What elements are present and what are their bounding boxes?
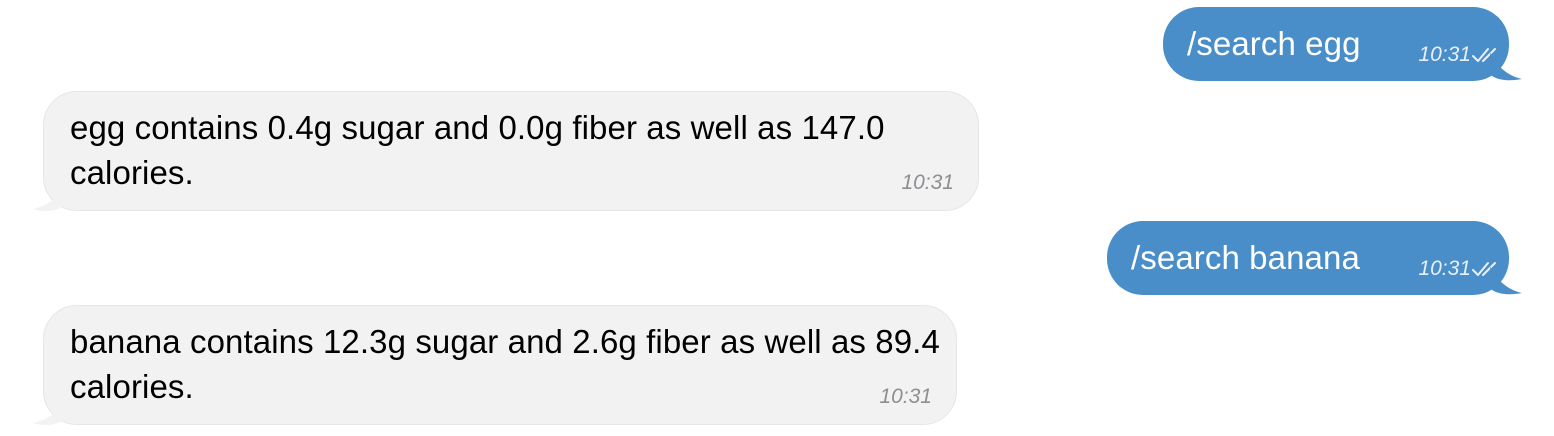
message-time: 10:31 xyxy=(901,171,954,194)
bubble-tail xyxy=(33,398,65,425)
outgoing-message-bubble[interactable]: /search banana 10:31 xyxy=(1107,221,1509,295)
outgoing-message-bubble[interactable]: /search egg 10:31 xyxy=(1163,7,1509,81)
message-time: 10:31 xyxy=(1418,257,1471,280)
bubble-tail xyxy=(33,184,65,211)
message-text: egg contains 0.4g sugar and 0.0g fiber a… xyxy=(70,109,885,191)
bubble-tail xyxy=(1490,266,1522,295)
message-time: 10:31 xyxy=(1418,43,1471,66)
incoming-message-bubble[interactable]: banana contains 12.3g sugar and 2.6g fib… xyxy=(43,305,957,425)
bubble-tail xyxy=(1490,52,1522,81)
chat-message-list: /search egg 10:31 egg contains 0.4g suga… xyxy=(0,0,1554,436)
incoming-message-bubble[interactable]: egg contains 0.4g sugar and 0.0g fiber a… xyxy=(43,91,979,211)
message-time: 10:31 xyxy=(879,385,932,408)
message-text: banana contains 12.3g sugar and 2.6g fib… xyxy=(70,323,940,405)
message-text: /search banana xyxy=(1131,239,1360,276)
message-text: /search egg xyxy=(1187,25,1361,62)
